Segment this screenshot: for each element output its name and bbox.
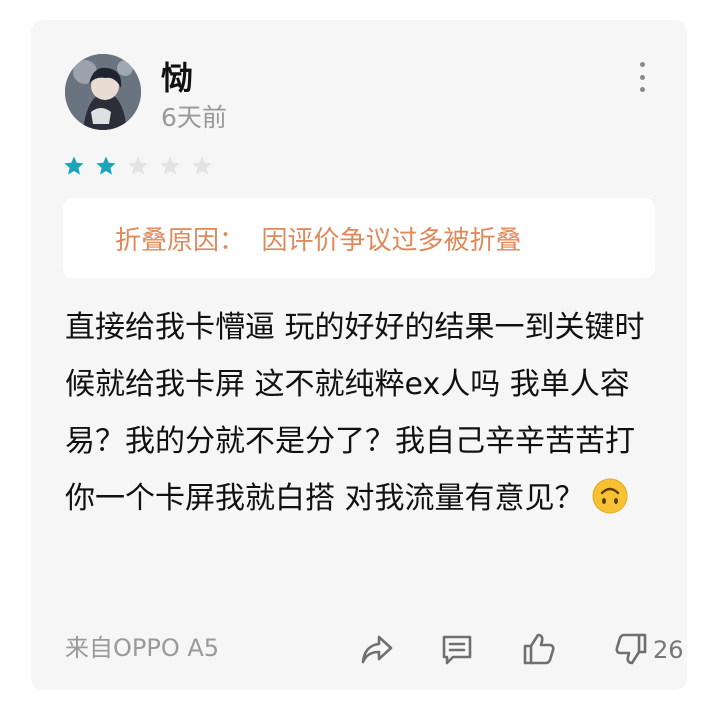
star-rating [63,153,223,179]
more-options-icon[interactable] [635,62,649,92]
fold-reason-notice: 折叠原因： 因评价争议过多被折叠 [63,198,655,278]
star-filled-icon [96,156,116,175]
post-time: 6天前 [161,103,227,132]
device-source: 来自OPPO A5 [65,634,220,662]
star-empty-icon [128,156,148,175]
star-filled-icon [64,156,84,175]
dislike-count: 26 [653,636,684,664]
share-icon[interactable] [359,631,395,667]
review-body: 直接给我卡懵逼 玩的好好的结果一到关键时候就给我卡屏 这不就纯粹ex人吗 我单人… [65,299,665,527]
like-icon[interactable] [521,631,557,667]
avatar-image [65,54,141,130]
dislike-icon[interactable] [613,631,649,667]
star-empty-icon [160,156,180,175]
upside-down-face-icon [592,478,628,514]
avatar[interactable] [65,54,141,130]
review-text: 直接给我卡懵逼 玩的好好的结果一到关键时候就给我卡屏 这不就纯粹ex人吗 我单人… [65,310,645,516]
review-card: 恸 6天前 折叠原因： 因评价争议过多被折叠 直接给我卡懵逼 玩的好好的结果一到… [31,20,687,690]
comment-icon[interactable] [439,631,475,667]
star-empty-icon [192,156,212,175]
username[interactable]: 恸 [161,58,193,98]
review-footer: 来自OPPO A5 26 [65,628,684,668]
